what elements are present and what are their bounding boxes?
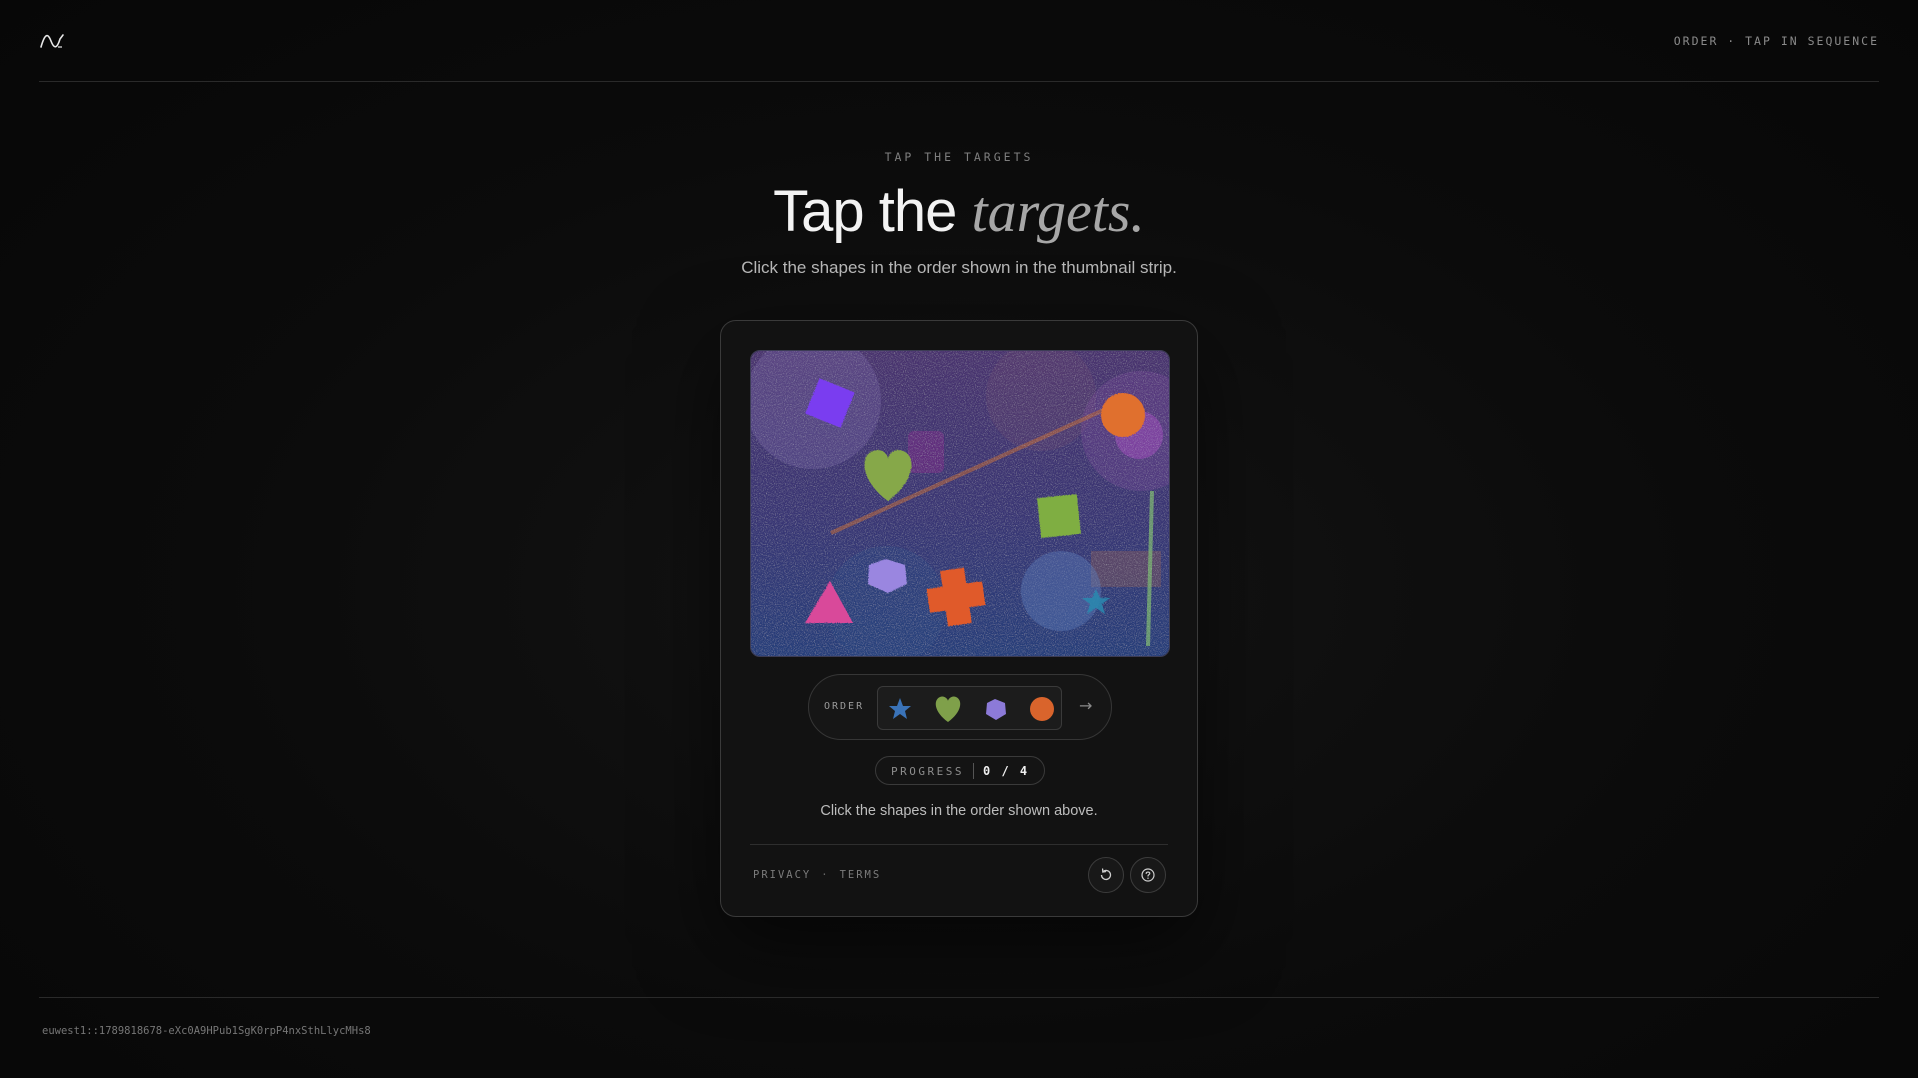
title-emphasis: targets. — [971, 179, 1145, 244]
top-bar: ORDER · TAP IN SEQUENCE — [39, 0, 1879, 82]
refresh-button[interactable] — [1088, 857, 1124, 893]
challenge-card: ORDER → PROGRESS 0 / 4 Click the shapes … — [720, 320, 1198, 917]
help-button[interactable] — [1130, 857, 1166, 893]
order-strip: ORDER → — [808, 674, 1112, 740]
progress-label: PROGRESS — [891, 765, 964, 778]
link-separator: · — [821, 869, 830, 881]
legal-links: PRIVACY · TERMS — [753, 869, 881, 881]
circle-thumbnail-icon — [1030, 697, 1054, 721]
decoy-circle — [1021, 551, 1101, 631]
progress-divider — [973, 763, 974, 779]
terms-link[interactable]: TERMS — [840, 869, 882, 881]
square-shape[interactable] — [1037, 494, 1081, 538]
eyebrow-label: TAP THE TARGETS — [884, 150, 1034, 164]
title-plain: Tap the — [773, 179, 972, 244]
privacy-link[interactable]: PRIVACY — [753, 869, 811, 881]
heart-thumbnail-icon — [935, 696, 961, 722]
session-id: euwest1::1789818678-eXc0A9HPub1SgK0rpP4n… — [42, 1025, 371, 1037]
refresh-icon — [1100, 868, 1112, 881]
page-subtitle: Click the shapes in the order shown in t… — [741, 258, 1177, 277]
progress-badge: PROGRESS 0 / 4 — [875, 756, 1045, 785]
canvas-svg[interactable] — [751, 351, 1170, 657]
challenge-canvas[interactable] — [750, 350, 1170, 657]
help-icon — [1141, 868, 1155, 882]
pentagon-thumbnail-icon — [986, 699, 1006, 720]
wave-logo-icon[interactable] — [39, 31, 65, 51]
order-label: ORDER — [824, 701, 865, 712]
progress-value: 0 / 4 — [983, 764, 1030, 778]
star-thumbnail-icon — [889, 698, 911, 719]
page-title: Tap the targets. — [0, 176, 1918, 248]
arrow-right-icon: → — [1079, 696, 1093, 715]
footer-divider — [39, 997, 1879, 998]
card-divider — [750, 844, 1168, 845]
instruction-text: Click the shapes in the order shown abov… — [820, 803, 1098, 819]
mode-label: ORDER · TAP IN SEQUENCE — [1673, 33, 1879, 48]
circle-shape[interactable] — [1101, 393, 1145, 437]
order-thumbnails — [877, 686, 1062, 730]
